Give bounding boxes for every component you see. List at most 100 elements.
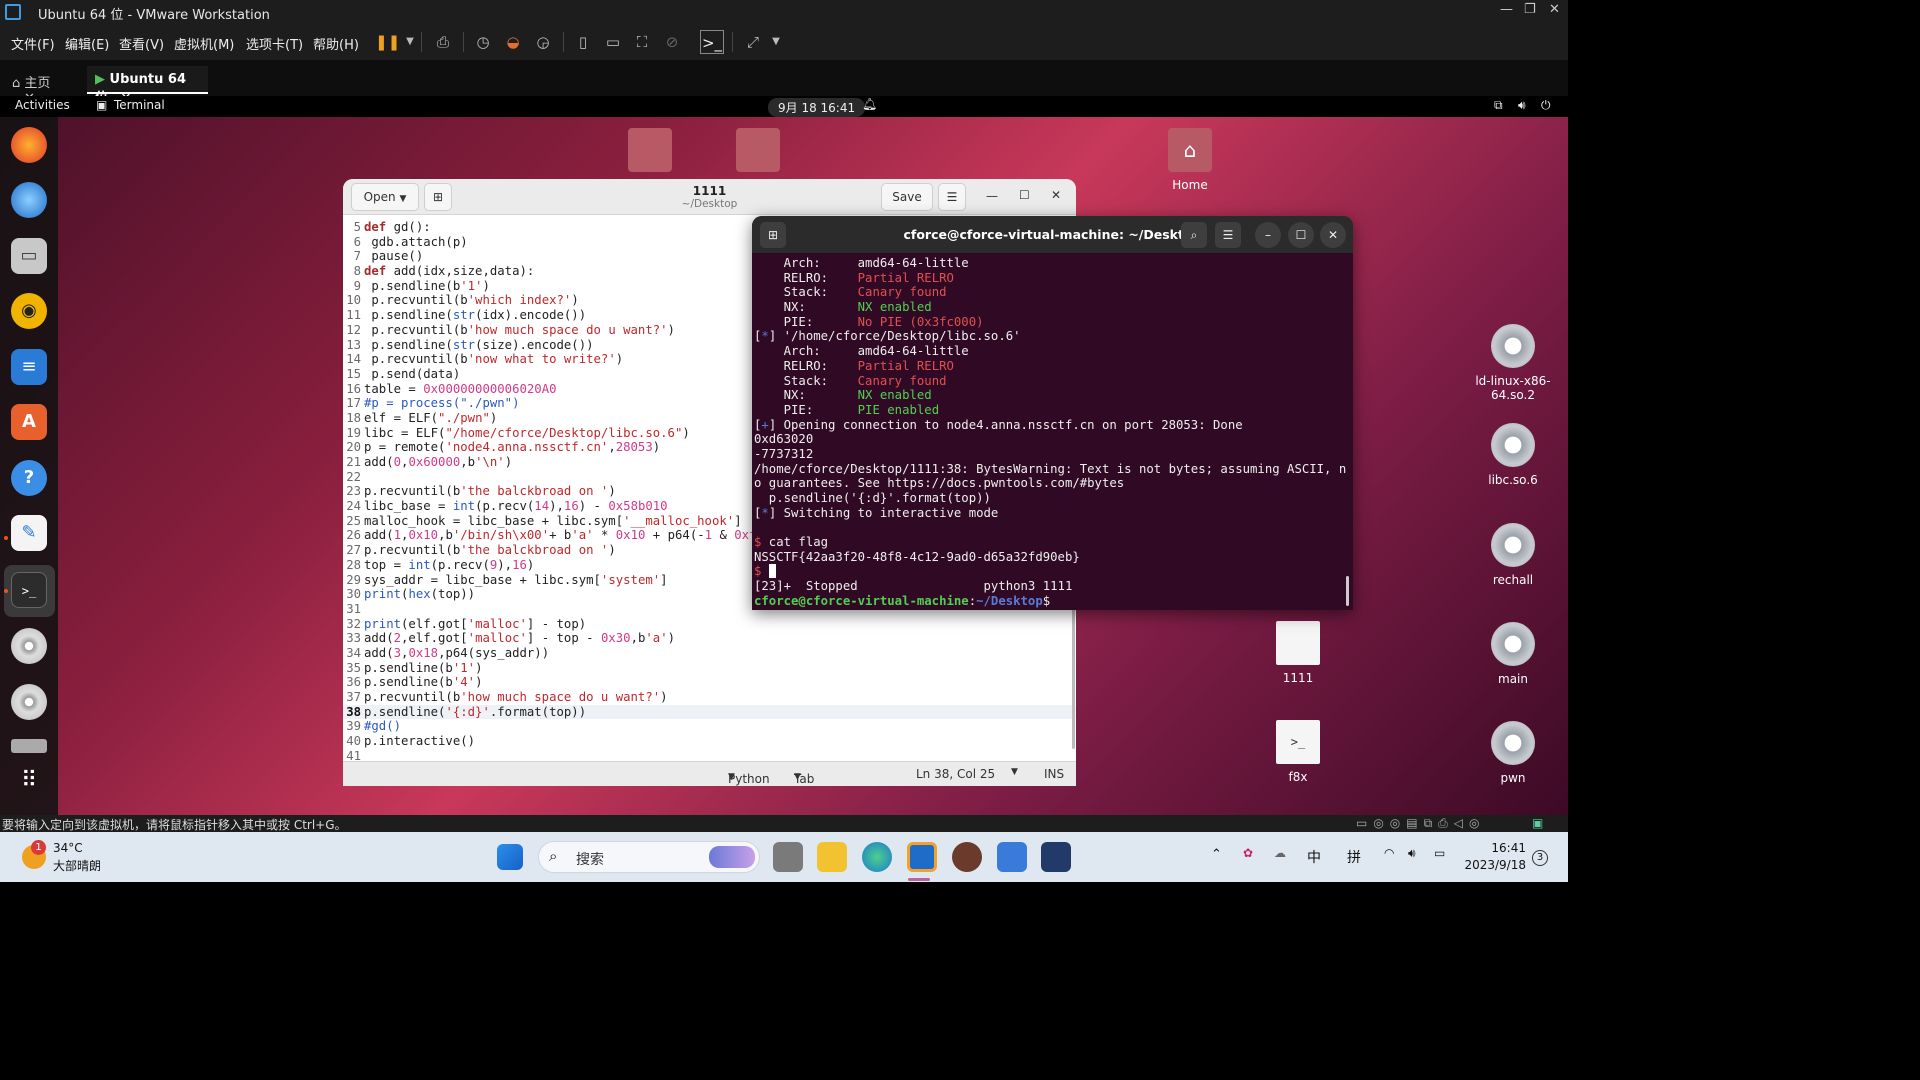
disc-icon[interactable]: [11, 628, 47, 664]
menu-view[interactable]: 查看(V): [119, 34, 164, 53]
desktop-icon-ld-linux[interactable]: ld-linux-x86-64.so.2: [1463, 324, 1563, 402]
revert-snapshot-icon[interactable]: ◒: [501, 30, 525, 54]
menu-file[interactable]: 文件(F): [11, 34, 55, 53]
files-icon[interactable]: ▭: [11, 238, 47, 274]
code-line[interactable]: 39 #gd(): [343, 719, 1076, 734]
maximize-icon[interactable]: ☐: [1288, 222, 1314, 248]
close-icon[interactable]: ✕: [1549, 2, 1560, 17]
activities-button[interactable]: Activities: [15, 98, 70, 112]
snapshot-manager-icon[interactable]: ◶: [531, 30, 555, 54]
game-app-icon[interactable]: [1041, 842, 1071, 872]
menu-tabs[interactable]: 选项卡(T): [246, 34, 303, 53]
desktop-icon-f8x[interactable]: >_ f8x: [1248, 720, 1348, 784]
desktop-icon-libc[interactable]: libc.so.6: [1463, 423, 1563, 487]
chevron-down-icon[interactable]: ▼: [398, 30, 422, 54]
menu-edit[interactable]: 编辑(E): [65, 34, 109, 53]
battery-icon[interactable]: ▭: [1434, 846, 1445, 860]
stretch-icon[interactable]: ⤢: [741, 30, 765, 54]
file-explorer-icon[interactable]: [817, 842, 847, 872]
close-icon[interactable]: ✕: [1320, 222, 1346, 248]
volume-icon[interactable]: 🔊︎: [1518, 98, 1526, 113]
desktop-icon-pwn[interactable]: pwn: [1463, 721, 1563, 785]
messages-icon[interactable]: ▣: [1532, 816, 1543, 830]
code-line[interactable]: 37 p.recvuntil(b'how much space do u want…: [343, 690, 1076, 705]
help-icon[interactable]: ?: [11, 460, 47, 496]
code-line[interactable]: 38 p.sendline('{:d}'.format(top)): [343, 704, 1076, 720]
wifi-icon[interactable]: ◠: [1384, 846, 1394, 860]
taskbar-search[interactable]: ⌕ 搜索: [538, 841, 760, 873]
menu-vm[interactable]: 虚拟机(M): [174, 34, 234, 53]
close-icon[interactable]: ✕: [1051, 188, 1061, 202]
chevron-up-icon[interactable]: ⌃: [1211, 847, 1222, 862]
desktop-icon-rechall[interactable]: rechall: [1463, 523, 1563, 587]
writer-icon[interactable]: ≡: [11, 349, 47, 385]
taskbar-date[interactable]: 2023/9/18: [1462, 858, 1526, 872]
app-grid-icon[interactable]: ⠿: [11, 763, 47, 799]
notepad-icon[interactable]: [997, 842, 1027, 872]
desktop-folder[interactable]: [708, 128, 808, 178]
power-icon[interactable]: ⏻: [1541, 98, 1551, 113]
weather-temp[interactable]: 34°C: [53, 841, 83, 855]
terminal-output[interactable]: Arch: amd64-64-little RELRO: Partial REL…: [754, 256, 1351, 609]
desktop-icon-main[interactable]: main: [1463, 622, 1563, 686]
code-line[interactable]: 32 print(elf.got['malloc'] - top): [343, 617, 1076, 632]
volume-icon[interactable]: 🔊︎: [1408, 846, 1416, 861]
console-view-icon[interactable]: >_: [700, 30, 724, 54]
pause-icon[interactable]: ❚❚: [375, 30, 400, 54]
minimize-icon[interactable]: —: [986, 189, 998, 203]
code-line[interactable]: 35 p.sendline(b'1'): [343, 661, 1076, 676]
notification-count[interactable]: 3: [1532, 850, 1548, 866]
edge-dev-icon[interactable]: [862, 842, 892, 872]
code-line[interactable]: 33 add(2,elf.got['malloc'] - top - 0x30,b…: [343, 631, 1076, 646]
disc-icon[interactable]: [11, 684, 47, 720]
hamburger-menu-icon[interactable]: ☰: [1215, 222, 1241, 248]
unity-icon[interactable]: ⊘: [660, 30, 684, 54]
minimize-icon[interactable]: —: [1500, 2, 1513, 17]
cursor-position[interactable]: Ln 38, Col 25: [916, 767, 995, 781]
desktop-icon-1111[interactable]: 1111: [1248, 621, 1348, 685]
app-menu-label[interactable]: Terminal: [114, 98, 165, 112]
hamburger-menu-icon[interactable]: ☰: [938, 183, 966, 211]
search-icon[interactable]: ⌕: [1181, 222, 1207, 248]
text-editor-icon[interactable]: ✎: [11, 515, 47, 551]
taskbar-time[interactable]: 16:41: [1466, 841, 1526, 855]
maximize-icon[interactable]: ☐: [1019, 188, 1030, 202]
software-icon[interactable]: A: [11, 404, 47, 440]
desktop-folder[interactable]: [600, 128, 700, 178]
device-status-icons[interactable]: ▭◎◎▤⧉⎙◁◎: [1356, 816, 1486, 831]
windows-start-icon[interactable]: [497, 844, 523, 870]
drive-icon[interactable]: [11, 739, 47, 753]
menu-help[interactable]: 帮助(H): [313, 34, 359, 53]
code-line[interactable]: 40 p.interactive(): [343, 734, 1076, 749]
chevron-down-icon[interactable]: ▼: [1011, 767, 1018, 777]
chevron-down-icon[interactable]: ▼: [764, 30, 788, 54]
clock[interactable]: 9月 18 16:41: [768, 98, 866, 117]
code-line[interactable]: 36 p.sendline(b'4'): [343, 675, 1076, 690]
library-icon[interactable]: ▯: [571, 30, 595, 54]
tab-home[interactable]: ⌂ 主页 ✕: [4, 66, 82, 106]
weather-desc[interactable]: 大部晴朗: [53, 857, 101, 874]
snapshot-icon[interactable]: ◷: [471, 30, 495, 54]
avatar-app-icon[interactable]: [952, 842, 982, 872]
restore-icon[interactable]: ❐: [1524, 2, 1536, 17]
thumbnail-icon[interactable]: ▭: [601, 30, 625, 54]
full-screen-icon[interactable]: ⛶: [630, 30, 654, 54]
ime-pinyin[interactable]: 拼: [1347, 847, 1361, 867]
network-icon[interactable]: ⧉: [1494, 98, 1503, 113]
save-button[interactable]: Save: [881, 183, 933, 211]
bell-icon[interactable]: 🔔︎: [862, 97, 877, 111]
rhythmbox-icon[interactable]: ◉: [11, 293, 47, 329]
thunderbird-icon[interactable]: [11, 182, 47, 218]
tray-app-icon[interactable]: ✿: [1243, 846, 1253, 860]
firefox-icon[interactable]: [11, 127, 47, 163]
task-view-icon[interactable]: [773, 842, 803, 872]
terminal-icon[interactable]: >_: [11, 572, 47, 608]
cloud-icon[interactable]: ☁: [1274, 846, 1286, 860]
code-line[interactable]: 34 add(3,0x18,p64(sys_addr)): [343, 646, 1076, 661]
scrollbar[interactable]: [1346, 576, 1349, 606]
vmware-taskbar-icon[interactable]: [907, 842, 937, 872]
send-ctrl-alt-del-icon[interactable]: ⎙: [431, 30, 455, 54]
ime-chinese[interactable]: 中: [1307, 847, 1321, 867]
tab-ubuntu[interactable]: ▶ Ubuntu 64 位 ✕: [87, 66, 208, 106]
desktop-icon-home[interactable]: ⌂ Home: [1140, 128, 1240, 192]
